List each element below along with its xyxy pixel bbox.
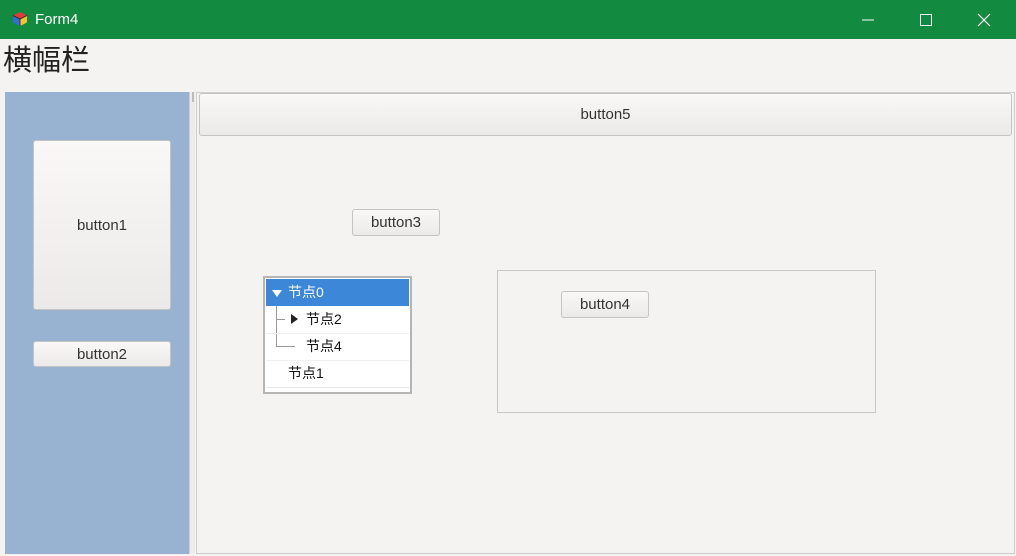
close-button[interactable] <box>955 0 1013 39</box>
maximize-icon <box>920 14 932 26</box>
minimize-icon <box>862 19 874 21</box>
tree-node-2[interactable]: 节点2 <box>266 306 409 334</box>
button4[interactable]: button4 <box>561 291 649 318</box>
minimize-button[interactable] <box>839 0 897 39</box>
divider-grip[interactable] <box>192 92 194 102</box>
button5[interactable]: button5 <box>199 93 1012 136</box>
expand-arrow-icon[interactable] <box>272 290 282 297</box>
button3[interactable]: button3 <box>352 209 440 236</box>
close-icon <box>977 13 991 27</box>
tree-node-label: 节点0 <box>288 284 324 300</box>
tree-node-0[interactable]: 节点0 <box>266 279 409 306</box>
collapse-arrow-icon[interactable] <box>291 314 298 324</box>
banner-label: 横幅栏 <box>3 43 91 77</box>
window-title: Form4 <box>35 11 79 28</box>
tree-view[interactable]: 节点0 节点2 节点4 节点1 <box>263 276 412 394</box>
group-panel <box>497 270 876 413</box>
split-pane-divider[interactable] <box>189 92 195 554</box>
title-bar: Form4 <box>0 0 1016 39</box>
tree-node-label: 节点2 <box>306 311 342 327</box>
tree-node-1[interactable]: 节点1 <box>266 360 409 388</box>
tree-node-label: 节点4 <box>306 338 342 354</box>
app-cube-icon <box>12 12 28 26</box>
tree-connector-line <box>277 346 295 347</box>
button2[interactable]: button2 <box>33 341 171 367</box>
tree-node-4[interactable]: 节点4 <box>266 333 409 361</box>
maximize-button[interactable] <box>897 0 955 39</box>
tree-node-label: 节点1 <box>288 365 324 381</box>
button1[interactable]: button1 <box>33 140 171 310</box>
tree-connector-line <box>277 319 285 320</box>
